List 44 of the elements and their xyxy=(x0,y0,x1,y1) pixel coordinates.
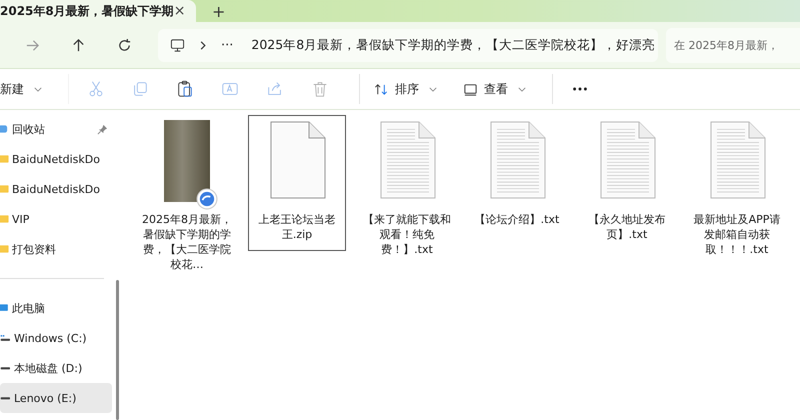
tab[interactable]: 2025年8月最新，暑假缺下学期× xyxy=(0,0,196,22)
refresh-icon[interactable] xyxy=(117,38,132,52)
scrollbar-thumb[interactable] xyxy=(116,280,118,420)
sidebar-item[interactable]: Lenovo (E:) xyxy=(0,383,112,413)
sidebar-item[interactable]: 打包资料 xyxy=(0,234,112,264)
shortcut-badge-icon xyxy=(196,188,218,210)
file-name: 【来了就能下载和观看！纯免费！】.txt xyxy=(362,212,452,257)
breadcrumb[interactable]: 2025年8月最新，暑假缺下学期的学费，【大二医学院校花】，好漂亮 xyxy=(251,36,656,54)
file-item[interactable]: 【论坛介绍】.txt xyxy=(468,115,566,236)
close-tab-button[interactable]: × xyxy=(174,3,186,19)
file-item[interactable]: 【来了就能下载和观看！纯免费！】.txt xyxy=(358,115,456,266)
file-name: 上老王论坛当老王.zip xyxy=(258,212,336,242)
file-name: 【永久地址发布页】.txt xyxy=(588,212,666,242)
sidebar-item[interactable]: 回收站 xyxy=(0,114,112,144)
file-item[interactable]: 2025年8月最新，暑假缺下学期的学费，【大二医学院校花… xyxy=(138,115,236,281)
sidebar-item[interactable]: VIP xyxy=(0,204,112,234)
chevron-down-icon xyxy=(34,86,42,92)
chevron-icon xyxy=(199,40,207,50)
file-item[interactable]: 上老王论坛当老王.zip xyxy=(248,115,346,251)
sidebar-item[interactable]: BaiduNetdiskDo xyxy=(0,144,112,174)
chevron-down-icon xyxy=(429,86,437,92)
file-name: 【论坛介绍】.txt xyxy=(474,212,560,227)
sort-icon xyxy=(374,82,389,96)
sidebar-item[interactable]: Windows (C:) xyxy=(0,323,112,353)
new-tab-button[interactable]: + xyxy=(212,2,226,20)
file-item[interactable]: 最新地址及APP请发邮箱自动获取！！！.txt xyxy=(688,115,786,266)
search-field[interactable]: 在 2025年8月最新， xyxy=(666,28,800,62)
sidebar-item[interactable]: 此电脑 xyxy=(0,293,112,323)
file-name: 最新地址及APP请发邮箱自动获取！！！.txt xyxy=(692,212,782,257)
sidebar-item[interactable]: 本地磁盘 (D:) xyxy=(0,353,112,383)
view-icon xyxy=(463,82,478,96)
view-button[interactable]: 查看 xyxy=(463,74,526,104)
file-name: 2025年8月最新，暑假缺下学期的学费，【大二医学院校花… xyxy=(142,212,232,272)
forward-icon[interactable] xyxy=(25,38,40,52)
chevron-down-icon xyxy=(518,86,526,92)
up-icon[interactable] xyxy=(71,38,86,52)
monitor-icon xyxy=(170,38,185,52)
new-button[interactable]: 新建 xyxy=(0,74,42,104)
tab-title: 2025年8月最新，暑假缺下学期 xyxy=(0,2,174,20)
address-bar[interactable]: ··· 2025年8月最新，暑假缺下学期的学费，【大二医学院校花】，好漂亮 xyxy=(158,28,658,62)
breadcrumb-overflow[interactable]: ··· xyxy=(221,38,234,52)
sidebar-item[interactable]: BaiduNetdiskDo xyxy=(0,174,112,204)
sort-button[interactable]: 排序 xyxy=(359,74,437,104)
file-item[interactable]: 【永久地址发布页】.txt xyxy=(578,115,676,251)
